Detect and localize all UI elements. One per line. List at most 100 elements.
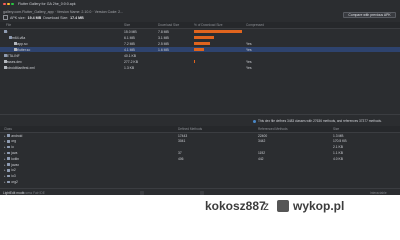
class-row[interactable]: ▸ java 37 1192 1.1 KB	[0, 150, 400, 155]
file-name: classes.dex	[4, 59, 22, 64]
package-icon	[6, 180, 11, 184]
chevron-right-icon[interactable]: ▸	[4, 157, 6, 161]
package-icon	[6, 163, 11, 166]
package-icon	[6, 140, 11, 143]
package-icon	[6, 151, 11, 155]
class-name-cell: ▸ org2	[4, 180, 18, 184]
chevron-right-icon[interactable]: ▸	[4, 139, 6, 143]
apk-size-label: APK size:	[10, 15, 26, 20]
chevron-right-icon[interactable]: ▸	[4, 134, 6, 138]
class-name-cell: ▸ kotlin	[4, 157, 19, 161]
class-name-cell: ▸ org	[4, 139, 16, 143]
file-row[interactable]: AndroidManifest.xml 1.3 KB Yes	[0, 65, 400, 70]
class-name: org2	[11, 179, 18, 184]
download-size-cell: 1.6 MB	[158, 47, 169, 52]
file-size-cell: 40.1 KB	[124, 53, 137, 58]
file-size-cell: 6.1 MB	[124, 35, 135, 40]
header-percent[interactable]: % of Download Size	[194, 23, 223, 27]
header-size[interactable]: Size	[124, 23, 130, 27]
download-share-bar	[194, 48, 204, 51]
class-name-cell: ▸ io3	[4, 174, 16, 178]
class-name: kotlin	[11, 156, 19, 161]
class-row[interactable]: ▸ android 17443 22400 1.3 MB	[0, 133, 400, 138]
file-name-cell: ▸META-INF	[4, 54, 20, 58]
folder-icon	[4, 30, 8, 33]
class-row[interactable]: ▸ io 2.1 KB	[0, 145, 400, 150]
header-compressed[interactable]: Compressed	[246, 23, 264, 27]
watermark: kokosz887 z wykop.pl	[0, 195, 400, 217]
header-referenced-methods[interactable]: Referenced Methods	[258, 127, 288, 131]
folder-icon	[9, 36, 13, 39]
class-size-cell: 1.1 KB	[333, 150, 343, 155]
class-name: java	[11, 150, 18, 155]
header-class[interactable]: Class	[4, 127, 12, 131]
watermark-z: z	[263, 199, 269, 213]
chevron-right-icon[interactable]: ▸	[4, 163, 6, 167]
class-row[interactable]: ▸ org2	[0, 179, 400, 184]
class-row[interactable]: ▸ org 3041 3442 170.5 KB	[0, 139, 400, 144]
package-icon	[6, 134, 11, 137]
file-row[interactable]: ▾lib 15.0 MB 7.8 MB	[0, 29, 400, 34]
referenced-methods-cell: 1192	[258, 150, 266, 155]
class-name: io	[11, 145, 14, 150]
class-name: javax	[11, 162, 19, 167]
file-size-cell: 7.2 MB	[124, 41, 135, 46]
defined-methods-cell: 3041	[178, 139, 186, 144]
header-defined-methods[interactable]: Defined Methods	[178, 127, 202, 131]
file-row[interactable]: libapp.so 7.2 MB 2.5 MB Yes	[0, 41, 400, 46]
file-table-header: File Size Download Size % of Download Si…	[0, 22, 400, 29]
panel-splitter[interactable]	[0, 114, 400, 115]
file-name-cell: AndroidManifest.xml	[4, 66, 35, 70]
compressed-cell: Yes	[246, 59, 252, 64]
class-row[interactable]: ▸ javax	[0, 162, 400, 167]
info-icon	[253, 119, 256, 123]
class-name-cell: ▸ java	[4, 151, 17, 155]
file-name-cell: classes.dex	[4, 60, 22, 64]
file-name-cell: libflutter.so	[14, 48, 30, 52]
maximize-window-button[interactable]	[11, 2, 14, 6]
file-name-cell: ▾lib	[4, 30, 7, 34]
download-icon	[3, 15, 8, 20]
minimize-window-button[interactable]	[7, 2, 10, 6]
header-class-size[interactable]: Size	[333, 127, 339, 131]
class-name: android	[11, 133, 23, 138]
class-name-cell: ▸ io	[4, 145, 14, 149]
close-window-button[interactable]	[3, 2, 6, 6]
class-name: io3	[11, 174, 16, 179]
chevron-right-icon[interactable]: ▸	[4, 174, 6, 178]
class-row[interactable]: ▸ io2	[0, 168, 400, 173]
download-size-label: Download Size:	[43, 15, 69, 20]
class-name-cell: ▸ javax	[4, 163, 19, 167]
compare-apk-button[interactable]: Compare with previous APK	[343, 12, 396, 18]
chevron-right-icon[interactable]: ▸	[4, 180, 6, 184]
class-name-cell: ▸ io2	[4, 168, 16, 172]
watermark-site: wykop.pl	[293, 199, 345, 213]
download-share-bar	[194, 30, 242, 33]
file-row[interactable]: classes.dex 277.2 KB Yes	[0, 59, 400, 64]
file-row[interactable]: libflutter.so 4.1 MB 1.6 MB Yes	[0, 47, 400, 52]
download-size-value: 17.4 MB	[70, 15, 84, 20]
chevron-right-icon[interactable]: ▸	[4, 145, 6, 149]
package-icon	[6, 169, 11, 172]
download-size-cell: 7.8 MB	[158, 29, 169, 34]
chevron-right-icon[interactable]: ▸	[4, 168, 6, 172]
class-size-cell: 2.1 KB	[333, 145, 343, 150]
class-size-cell: 1.3 MB	[333, 133, 344, 138]
file-row[interactable]: ▸META-INF 40.1 KB	[0, 53, 400, 58]
class-row[interactable]: ▸ kotlin 406 442 4.0 KB	[0, 156, 400, 161]
header-download-size[interactable]: Download Size	[158, 23, 179, 27]
folder-icon	[4, 54, 8, 57]
class-name: io2	[11, 168, 16, 173]
chevron-right-icon[interactable]: ▸	[4, 151, 6, 155]
file-row[interactable]: ▾arm64-v8a 6.1 MB 3.1 MB	[0, 35, 400, 40]
compressed-cell: Yes	[246, 47, 252, 52]
package-icon	[6, 174, 11, 178]
apk-info-line: gallery.com.Flutter_Gallery_app · Versio…	[3, 10, 124, 14]
class-row[interactable]: ▸ io3	[0, 174, 400, 179]
download-share-bar	[194, 60, 195, 63]
file-size-cell: 277.2 KB	[124, 59, 138, 64]
package-icon	[6, 145, 11, 149]
file-name-cell: libapp.so	[14, 42, 28, 46]
header-file[interactable]: File	[6, 23, 11, 27]
file-name: AndroidManifest.xml	[4, 65, 35, 70]
